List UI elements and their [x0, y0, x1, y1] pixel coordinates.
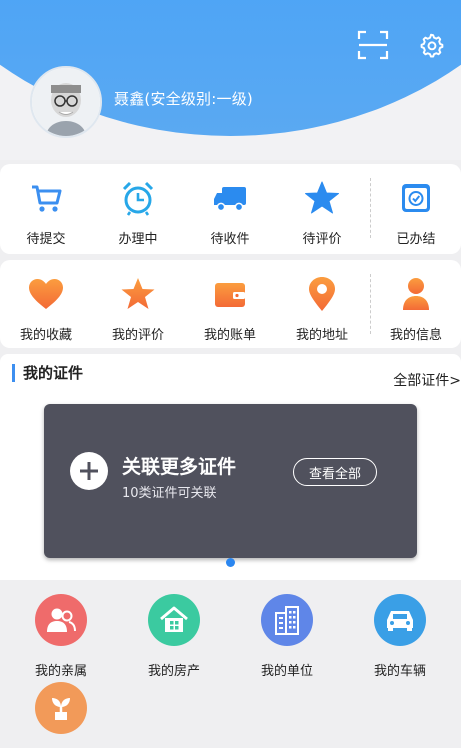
personal-item-label: 我的地址	[295, 328, 348, 343]
personal-item-address[interactable]: 我的地址	[276, 260, 368, 348]
asset-item-more[interactable]	[11, 682, 111, 748]
personal-item-label: 我的评价	[111, 328, 164, 343]
personal-item-info[interactable]: 我的信息	[370, 260, 461, 348]
alarm-clock-icon	[118, 178, 158, 218]
link-certificate-card[interactable]: 关联更多证件 10类证件可关联 查看全部	[44, 404, 417, 558]
all-certificates-link[interactable]: 全部证件>	[393, 370, 461, 390]
order-item-to-review[interactable]: 待评价	[276, 164, 368, 254]
order-item-in-progress[interactable]: 办理中	[92, 164, 184, 254]
asset-item-relatives[interactable]: 我的亲属	[11, 594, 111, 679]
personal-item-favorites[interactable]: 我的收藏	[0, 260, 92, 348]
heart-icon	[26, 274, 66, 314]
card-subtitle: 10类证件可关联	[122, 486, 217, 501]
house-icon	[148, 594, 200, 646]
plus-icon	[70, 452, 108, 490]
asset-item-label: 我的车辆	[373, 664, 426, 679]
card-title: 关联更多证件	[122, 456, 237, 478]
personal-item-label: 我的信息	[389, 328, 442, 343]
star-icon	[118, 274, 158, 314]
personal-panel: 我的收藏 我的评价 我的账单 我的地址 我的信息	[0, 260, 461, 348]
certificates-section: 我的证件 全部证件> 关联更多证件 10类证件可关联 查看全部	[0, 354, 461, 580]
carousel-indicator	[226, 558, 235, 567]
order-item-pending-submit[interactable]: 待提交	[0, 164, 92, 254]
personal-item-label: 我的收藏	[19, 328, 72, 343]
plant-icon	[35, 682, 87, 734]
order-item-awaiting-receipt[interactable]: 待收件	[184, 164, 276, 254]
star-icon	[302, 178, 342, 218]
asset-item-label: 我的单位	[260, 664, 313, 679]
asset-item-vehicles[interactable]: 我的车辆	[350, 594, 450, 679]
gear-icon[interactable]	[416, 30, 446, 60]
location-pin-icon	[302, 274, 342, 314]
order-item-label: 待评价	[302, 232, 342, 247]
order-status-panel: 待提交 办理中 待收件 待评价 已办结	[0, 164, 461, 254]
person-icon	[396, 274, 436, 314]
section-title: 我的证件	[12, 364, 83, 382]
family-icon	[35, 594, 87, 646]
asset-item-label: 我的房产	[147, 664, 200, 679]
order-item-completed[interactable]: 已办结	[370, 164, 461, 254]
done-icon	[396, 178, 436, 218]
personal-item-bills[interactable]: 我的账单	[184, 260, 276, 348]
asset-item-property[interactable]: 我的房产	[124, 594, 224, 679]
order-item-label: 已办结	[396, 232, 436, 247]
assets-grid: 我的亲属 我的房产 我的单位 我的车辆	[0, 582, 461, 734]
asset-item-workplace[interactable]: 我的单位	[237, 594, 337, 679]
view-all-button[interactable]: 查看全部	[293, 458, 377, 486]
personal-item-label: 我的账单	[203, 328, 256, 343]
scan-icon[interactable]	[356, 28, 390, 62]
car-icon	[374, 594, 426, 646]
wallet-icon	[210, 274, 250, 314]
order-item-label: 待提交	[26, 232, 66, 247]
order-item-label: 办理中	[118, 232, 158, 247]
personal-item-reviews[interactable]: 我的评价	[92, 260, 184, 348]
user-name: 聂鑫(安全级别:一级)	[114, 90, 253, 108]
profile-header: 聂鑫(安全级别:一级)	[0, 0, 461, 160]
cart-icon	[26, 178, 66, 218]
asset-item-label: 我的亲属	[34, 664, 87, 679]
truck-icon	[210, 178, 250, 218]
building-icon	[261, 594, 313, 646]
avatar[interactable]	[30, 66, 102, 138]
order-item-label: 待收件	[210, 232, 250, 247]
